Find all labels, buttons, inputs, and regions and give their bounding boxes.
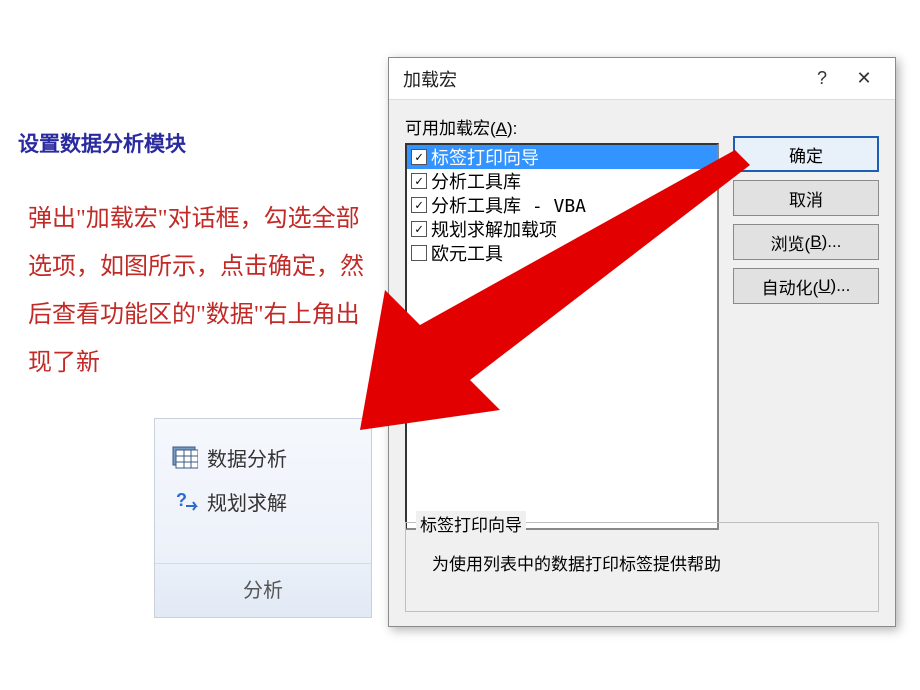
svg-text:?: ? [176, 490, 187, 510]
ribbon-items: 数据分析 ? 规划求解 [155, 419, 371, 563]
help-button[interactable]: ? [801, 58, 843, 100]
addins-column: 可用加载宏(A): ✓ 标签打印向导 ✓ 分析工具库 ✓ 分析工具库 - VBA… [405, 114, 719, 530]
ribbon-item-data-analysis[interactable]: 数据分析 [171, 435, 355, 479]
help-arrow-icon: ? [171, 487, 199, 515]
automation-button[interactable]: 自动化(U)... [733, 268, 879, 304]
ribbon-item-solver[interactable]: ? 规划求解 [171, 479, 355, 523]
list-label: 可用加载宏(A): [405, 114, 719, 139]
ribbon-item-label: 数据分析 [207, 443, 287, 472]
dialog-buttons: 确定 取消 浏览(B)... 自动化(U)... [733, 114, 879, 530]
addins-listbox[interactable]: ✓ 标签打印向导 ✓ 分析工具库 ✓ 分析工具库 - VBA ✓ 规划求解加载项 [405, 143, 719, 530]
dialog-title: 加载宏 [403, 66, 801, 92]
checkbox-icon[interactable]: ✓ [411, 149, 427, 165]
browse-button[interactable]: 浏览(B)... [733, 224, 879, 260]
list-item[interactable]: ✓ 分析工具库 [407, 169, 717, 193]
ribbon-item-label: 规划求解 [207, 487, 287, 516]
list-item[interactable]: ✓ 规划求解加载项 [407, 217, 717, 241]
dialog-body: 可用加载宏(A): ✓ 标签打印向导 ✓ 分析工具库 ✓ 分析工具库 - VBA… [389, 100, 895, 530]
list-item-label: 分析工具库 - VBA [431, 192, 586, 218]
ok-button[interactable]: 确定 [733, 136, 879, 172]
description-text: 为使用列表中的数据打印标签提供帮助 [416, 548, 868, 575]
list-item[interactable]: ✓ 分析工具库 - VBA [407, 193, 717, 217]
data-table-icon [171, 443, 199, 471]
ribbon-analysis-group: 数据分析 ? 规划求解 分析 [154, 418, 372, 618]
description-legend: 标签打印向导 [416, 511, 526, 536]
checkbox-icon[interactable]: ✓ [411, 197, 427, 213]
list-item[interactable]: ✓ 标签打印向导 [407, 145, 717, 169]
checkbox-icon[interactable]: ✓ [411, 221, 427, 237]
list-item-label: 欧元工具 [431, 240, 503, 266]
section-heading: 设置数据分析模块 [18, 128, 186, 158]
list-item-label: 规划求解加载项 [431, 216, 557, 242]
dialog-titlebar: 加载宏 ? ✕ [389, 58, 895, 100]
checkbox-icon[interactable] [411, 245, 427, 261]
addins-dialog: 加载宏 ? ✕ 可用加载宏(A): ✓ 标签打印向导 ✓ 分析工具库 ✓ 分析工… [388, 57, 896, 627]
list-item-label: 分析工具库 [431, 168, 521, 194]
list-item-label: 标签打印向导 [431, 144, 539, 170]
cancel-button[interactable]: 取消 [733, 180, 879, 216]
ribbon-group-label: 分析 [155, 563, 371, 617]
checkbox-icon[interactable]: ✓ [411, 173, 427, 189]
list-item[interactable]: 欧元工具 [407, 241, 717, 265]
instruction-text: 弹出"加载宏"对话框，勾选全部选项，如图所示，点击确定，然后查看功能区的"数据"… [28, 195, 368, 387]
description-group: 标签打印向导 为使用列表中的数据打印标签提供帮助 [405, 522, 879, 612]
close-button[interactable]: ✕ [843, 58, 885, 100]
